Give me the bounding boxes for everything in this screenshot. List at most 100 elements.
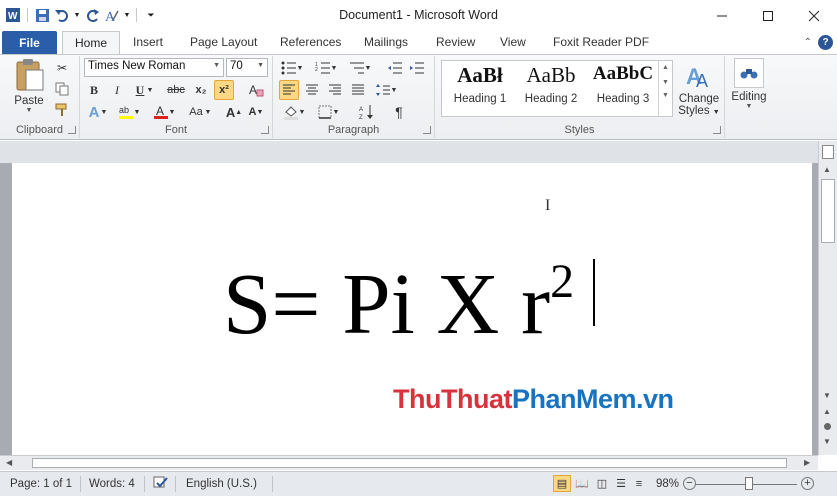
style-sample: AaBł	[457, 63, 503, 87]
styles-launcher-icon[interactable]	[713, 126, 721, 134]
bullets-dropdown-icon[interactable]: ▼	[295, 58, 305, 78]
strikethrough-icon[interactable]: abc	[166, 80, 186, 100]
highlight-dropdown-icon[interactable]: ▼	[132, 102, 142, 122]
svg-text:A: A	[696, 71, 708, 90]
change-case-dropdown-icon[interactable]: ▼	[203, 102, 213, 122]
tab-view[interactable]: View	[500, 35, 526, 49]
paragraph-launcher-icon[interactable]	[423, 126, 431, 134]
text-effects-dropdown-icon[interactable]: ▼	[99, 102, 109, 122]
view-ruler-icon[interactable]	[822, 145, 834, 159]
clipboard-launcher-icon[interactable]	[68, 126, 76, 134]
scroll-down-icon[interactable]: ▼	[659, 79, 672, 86]
minimize-icon	[717, 15, 727, 16]
chevron-down-icon: ▼	[213, 62, 220, 69]
superscript-icon[interactable]: x²	[214, 80, 234, 100]
horizontal-scrollbar[interactable]: ◀ ▶	[0, 455, 818, 470]
proofing-icon[interactable]	[152, 475, 170, 494]
browse-object-icon[interactable]	[824, 423, 831, 430]
help-icon[interactable]: ?	[818, 35, 833, 50]
show-formatting-marks-icon[interactable]: ¶	[389, 102, 409, 122]
web-layout-view-icon[interactable]: ◫	[593, 475, 611, 492]
formula-text[interactable]: S= Pi X r2	[223, 258, 574, 348]
scroll-right-icon[interactable]: ▶	[804, 458, 810, 467]
line-spacing-dropdown-icon[interactable]: ▼	[389, 80, 399, 100]
font-family-select[interactable]: Times New Roman ▼	[84, 58, 224, 77]
zoom-in-icon[interactable]: +	[801, 477, 814, 490]
close-button[interactable]	[791, 0, 837, 31]
horizontal-scroll-thumb[interactable]	[32, 458, 787, 468]
align-right-icon[interactable]	[325, 80, 345, 100]
tab-bar-right: ⌃ ?	[804, 35, 833, 50]
zoom-slider-thumb[interactable]	[745, 477, 753, 490]
vertical-scrollbar[interactable]: ▲ ▼ ▲ ▼	[818, 141, 837, 455]
scroll-up-icon[interactable]: ▲	[823, 165, 831, 174]
scroll-left-icon[interactable]: ◀	[6, 458, 12, 467]
svg-text:2: 2	[315, 67, 318, 73]
more-styles-icon[interactable]: ▼	[659, 92, 672, 99]
window-controls	[699, 0, 837, 31]
multilevel-dropdown-icon[interactable]: ▼	[363, 58, 373, 78]
styles-scroll[interactable]: ▲ ▼ ▼	[658, 61, 672, 116]
print-layout-view-icon[interactable]: ▤	[553, 475, 571, 492]
binoculars-icon	[734, 58, 764, 88]
copy-icon[interactable]	[52, 79, 72, 99]
style-name: Heading 1	[453, 93, 507, 105]
underline-dropdown-icon[interactable]: ▼	[145, 80, 155, 100]
align-center-icon[interactable]	[302, 80, 322, 100]
sort-icon[interactable]: AZ	[357, 102, 377, 122]
draft-view-icon[interactable]: ≡	[630, 475, 648, 492]
tab-mailings[interactable]: Mailings	[364, 35, 408, 49]
style-sample: AaBbC	[592, 63, 654, 84]
tab-page-layout[interactable]: Page Layout	[190, 35, 257, 49]
scroll-up-icon[interactable]: ▲	[659, 64, 672, 71]
increase-indent-icon[interactable]	[407, 58, 427, 78]
editing-button[interactable]: Editing ▼	[727, 58, 771, 118]
font-launcher-icon[interactable]	[261, 126, 269, 134]
paste-dropdown-icon: ▼	[25, 107, 33, 114]
shading-dropdown-icon[interactable]: ▼	[297, 102, 307, 122]
style-heading-3[interactable]: AaBbC Heading 3	[588, 63, 658, 115]
style-heading-1[interactable]: AaBł Heading 1	[445, 63, 515, 115]
tab-insert[interactable]: Insert	[133, 35, 163, 49]
scroll-down-icon[interactable]: ▼	[823, 391, 831, 400]
paste-button[interactable]: Paste ▼	[10, 58, 48, 114]
format-painter-icon[interactable]	[52, 100, 72, 120]
font-group: Times New Roman ▼ 70 ▼ B I U ▼ abc x₂ x²…	[80, 56, 273, 138]
subscript-icon[interactable]: x₂	[191, 80, 211, 100]
tab-foxit-reader-pdf[interactable]: Foxit Reader PDF	[553, 35, 649, 49]
minimize-ribbon-icon[interactable]: ⌃	[804, 37, 812, 48]
paste-label: Paste	[14, 95, 44, 107]
bold-icon[interactable]: B	[84, 80, 104, 100]
change-styles-button[interactable]: AA Change Styles ▼	[675, 60, 723, 126]
language[interactable]: English (U.S.)	[186, 478, 257, 490]
align-left-icon[interactable]	[279, 80, 299, 100]
decrease-indent-icon[interactable]	[385, 58, 405, 78]
zoom-level[interactable]: 98%	[656, 478, 679, 490]
justify-icon[interactable]	[348, 80, 368, 100]
tab-review[interactable]: Review	[436, 35, 475, 49]
status-bar: Page: 1 of 1 Words: 4 English (U.S.) ▤ 📖…	[0, 471, 837, 496]
italic-icon[interactable]: I	[107, 80, 127, 100]
borders-dropdown-icon[interactable]: ▼	[331, 102, 341, 122]
maximize-button[interactable]	[745, 0, 791, 31]
previous-page-icon[interactable]: ▲	[823, 407, 831, 416]
outline-view-icon[interactable]: ☰	[612, 475, 630, 492]
next-page-icon[interactable]: ▼	[823, 437, 831, 446]
cut-icon[interactable]: ✂	[52, 58, 72, 78]
tab-home[interactable]: Home	[62, 31, 121, 55]
numbering-dropdown-icon[interactable]: ▼	[329, 58, 339, 78]
style-heading-2[interactable]: AaBb Heading 2	[516, 63, 586, 115]
tab-references[interactable]: References	[280, 35, 341, 49]
page-count[interactable]: Page: 1 of 1	[10, 478, 72, 490]
font-color-dropdown-icon[interactable]: ▼	[167, 102, 177, 122]
full-screen-reading-view-icon[interactable]: 📖	[573, 475, 591, 492]
vertical-scroll-thumb[interactable]	[821, 179, 835, 243]
grow-font-icon[interactable]	[248, 57, 268, 77]
tab-file[interactable]: File	[2, 31, 57, 54]
minimize-button[interactable]	[699, 0, 745, 31]
style-name: Heading 2	[524, 93, 578, 105]
clear-formatting-icon[interactable]: A	[246, 80, 266, 100]
shrink-font-icon[interactable]: A ▼	[246, 102, 266, 122]
grow-font-icon[interactable]: A ▲	[224, 102, 244, 122]
word-count[interactable]: Words: 4	[89, 478, 135, 490]
